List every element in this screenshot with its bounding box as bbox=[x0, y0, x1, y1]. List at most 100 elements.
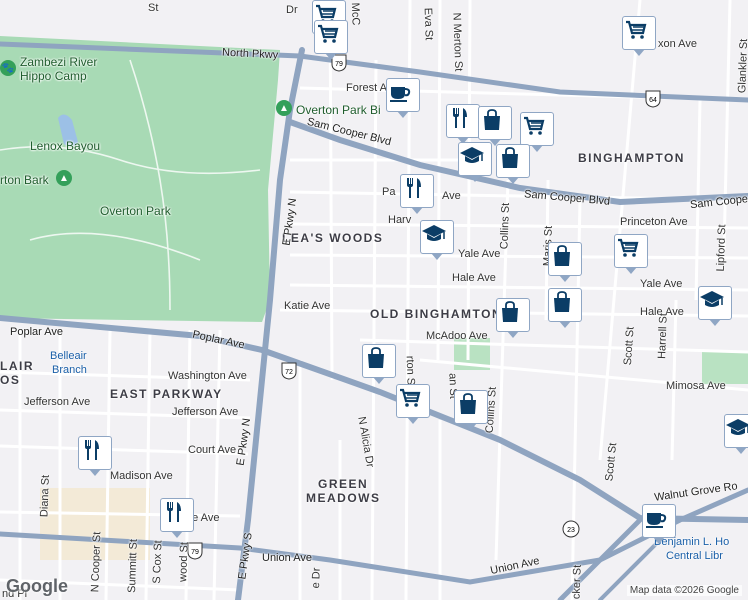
school-marker[interactable] bbox=[698, 286, 732, 326]
map-attribution[interactable]: Map data ©2026 Google bbox=[626, 585, 742, 596]
shopping-marker[interactable] bbox=[548, 288, 582, 328]
shopping-icon bbox=[554, 291, 570, 312]
overton-park-tree-icon[interactable]: ▲ bbox=[276, 100, 292, 116]
svg-text:72: 72 bbox=[285, 369, 293, 376]
road-harvard: Harv bbox=[388, 214, 412, 226]
grocery-marker[interactable] bbox=[622, 16, 656, 56]
road-madison: Madison Ave bbox=[110, 470, 173, 482]
park-label-overton-park: Overton Park bbox=[100, 204, 171, 218]
route-23-shield: 23 bbox=[562, 520, 580, 538]
school-icon bbox=[460, 147, 484, 163]
place-belleair-branch-2: Branch bbox=[52, 364, 87, 376]
road-court: Court Ave bbox=[188, 444, 237, 456]
school-marker[interactable] bbox=[458, 142, 492, 182]
neighborhood-binghampton: BINGHAMPTON bbox=[578, 151, 685, 165]
restaurant-marker[interactable] bbox=[446, 104, 480, 144]
road-park-ave: Pa bbox=[382, 186, 396, 198]
road-xon-ave: xon Ave bbox=[658, 38, 697, 50]
grocery-marker[interactable] bbox=[520, 112, 554, 152]
park-label-overton-bark: rton Bark bbox=[0, 173, 49, 187]
grocery-marker[interactable] bbox=[614, 234, 648, 274]
road-lipford: Lipford St bbox=[714, 224, 729, 272]
us-72-shield: 72 bbox=[280, 362, 298, 380]
road-mcadoo: McAdoo Ave bbox=[426, 330, 488, 342]
neighborhood-leas-woods: LEA'S WOODS bbox=[282, 231, 384, 245]
road-yale-2: Yale Ave bbox=[640, 278, 683, 290]
shopping-marker[interactable] bbox=[478, 106, 512, 146]
cafe-marker[interactable] bbox=[386, 78, 420, 118]
map-canvas[interactable]: 79 64 72 79 23 🐾 ▲ ▲ LEA'S WOODS BINGHAM… bbox=[0, 0, 748, 600]
grocery-icon bbox=[400, 388, 421, 407]
road-princeton: Princeton Ave bbox=[620, 216, 688, 228]
road-summitt: Summitt St bbox=[125, 538, 140, 594]
restaurant-icon bbox=[85, 440, 99, 460]
neighborhood-green-meadows-line1: GREEN bbox=[318, 477, 369, 491]
restaurant-icon bbox=[453, 108, 467, 128]
shopping-icon bbox=[554, 245, 570, 266]
cafe-icon bbox=[646, 513, 667, 528]
road-jefferson-1: Jefferson Ave bbox=[24, 396, 91, 408]
road-mccrory: McC bbox=[348, 2, 362, 26]
us-64-shield: 64 bbox=[644, 90, 662, 108]
svg-text:79: 79 bbox=[335, 61, 343, 68]
road-katie: Katie Ave bbox=[284, 300, 331, 312]
google-logo: Google bbox=[6, 576, 68, 596]
road-union-1: Union Ave bbox=[262, 552, 312, 564]
school-marker[interactable] bbox=[724, 414, 748, 454]
road-st-fragment: St bbox=[148, 2, 159, 14]
road-eva: Eva St bbox=[421, 7, 435, 41]
road-n-cooper: N Cooper St bbox=[89, 531, 104, 593]
park-label-zambezi-2: Hippo Camp bbox=[20, 69, 87, 83]
road-poplar-1: Poplar Ave bbox=[10, 326, 64, 338]
shopping-icon bbox=[484, 109, 500, 130]
shopping-marker[interactable] bbox=[454, 390, 488, 430]
road-wood: wood St bbox=[177, 541, 191, 583]
park-label-lenox-bayou: Lenox Bayou bbox=[30, 139, 101, 153]
restaurant-marker[interactable] bbox=[78, 436, 112, 476]
grocery-icon bbox=[318, 24, 339, 43]
neighborhood-green-meadows-line2: MEADOWS bbox=[306, 491, 381, 505]
svg-text:23: 23 bbox=[567, 527, 575, 534]
grocery-icon bbox=[626, 20, 647, 39]
shopping-icon bbox=[502, 147, 518, 168]
road-dr-fragment: Dr bbox=[286, 4, 298, 16]
road-cker: cker St bbox=[570, 564, 584, 600]
neighborhood-old-binghampton: OLD BINGHAMTON bbox=[370, 307, 503, 321]
place-library-2: Central Libr bbox=[666, 550, 723, 562]
school-icon bbox=[726, 419, 748, 435]
neighborhood-east-parkway: EAST PARKWAY bbox=[110, 387, 223, 401]
road-jefferson-2: Jefferson Ave bbox=[172, 406, 239, 418]
neighborhood-belleair-line2: OS bbox=[0, 373, 21, 387]
shopping-marker[interactable] bbox=[548, 242, 582, 282]
grocery-marker[interactable] bbox=[396, 384, 430, 424]
road-collins-1: Collins St bbox=[498, 202, 513, 250]
svg-text:79: 79 bbox=[191, 549, 199, 556]
road-hale-1: Hale Ave bbox=[452, 272, 496, 284]
road-yale-1: Yale Ave bbox=[458, 248, 501, 260]
cafe-icon bbox=[390, 87, 411, 102]
road-ne-dr: e Dr bbox=[310, 567, 323, 589]
school-marker[interactable] bbox=[420, 220, 454, 260]
road-glankler: Glankler St bbox=[736, 38, 748, 94]
road-harrell: Harrell St bbox=[656, 312, 670, 360]
cafe-marker[interactable] bbox=[642, 504, 676, 544]
grocery-icon bbox=[524, 116, 545, 135]
road-n-merton: N Merton St bbox=[450, 12, 465, 72]
zoo-pin-icon[interactable]: 🐾 bbox=[0, 60, 16, 76]
grocery-marker[interactable] bbox=[314, 20, 348, 60]
restaurant-marker[interactable] bbox=[400, 174, 434, 214]
shopping-marker[interactable] bbox=[496, 144, 530, 184]
shopping-marker[interactable] bbox=[496, 298, 530, 338]
park-label-overton-park-pin: Overton Park Bi bbox=[296, 103, 381, 117]
school-icon bbox=[422, 225, 446, 241]
bark-park-tree-icon[interactable]: ▲ bbox=[56, 170, 72, 186]
shopping-icon bbox=[368, 347, 384, 368]
neighborhood-belleair-line1: LAIR bbox=[0, 359, 34, 373]
park-label-zambezi-1: Zambezi River bbox=[20, 55, 98, 69]
shopping-marker[interactable] bbox=[362, 344, 396, 384]
road-diana: Diana St bbox=[38, 474, 52, 518]
restaurant-marker[interactable] bbox=[160, 498, 194, 538]
restaurant-icon bbox=[407, 178, 421, 198]
shopping-icon bbox=[502, 301, 518, 322]
grocery-icon bbox=[618, 238, 639, 257]
